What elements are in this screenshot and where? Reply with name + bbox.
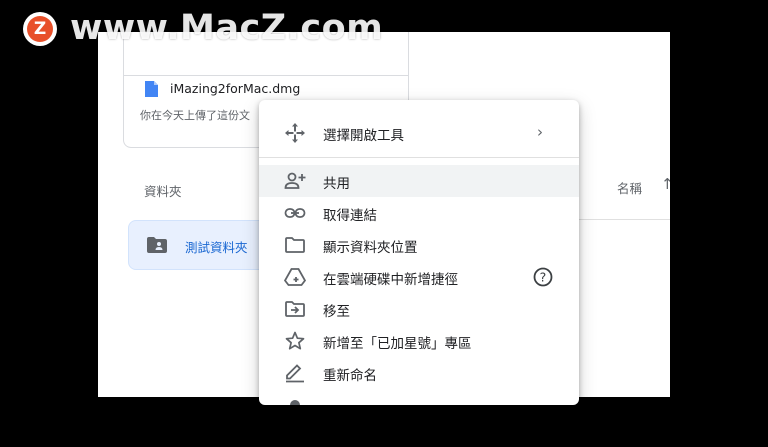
list-divider — [568, 219, 670, 220]
card-divider — [124, 75, 408, 76]
menu-item-label: 新增至「已加星號」專區 — [323, 336, 472, 352]
help-icon[interactable]: ? — [533, 267, 553, 287]
sort-arrow-icon[interactable]: ↑ — [661, 175, 670, 193]
watermark-text: www.MacZ.com — [70, 8, 384, 48]
menu-item-label: 選擇開啟工具 — [323, 128, 404, 144]
star-outline-icon — [285, 331, 305, 350]
file-name: iMazing2forMac.dmg — [170, 81, 301, 96]
menu-item-label: 重新命名 — [323, 368, 377, 384]
menu-item-label: 顯示資料夾位置 — [323, 240, 418, 256]
chevron-right-icon: › — [537, 123, 543, 141]
menu-item-show-folder-location[interactable]: 顯示資料夾位置 — [259, 229, 579, 261]
menu-divider — [259, 157, 579, 158]
menu-item-label: 移至 — [323, 304, 350, 320]
person-add-icon — [284, 172, 306, 189]
context-menu: 選擇開啟工具 › 共用 取得連結 顯示資料夾位置 在雲端硬碟中新增捷徑 ? 移至… — [259, 100, 579, 405]
menu-item-label: 在雲端硬碟中新增捷徑 — [323, 272, 458, 288]
menu-item-add-shortcut[interactable]: 在雲端硬碟中新增捷徑 ? — [259, 261, 579, 293]
menu-item-get-link[interactable]: 取得連結 — [259, 197, 579, 229]
pencil-icon — [286, 364, 304, 383]
move-arrows-icon — [285, 123, 305, 143]
watermark-logo-letter: Z — [27, 16, 53, 42]
help-glyph: ? — [540, 270, 547, 285]
folder-name: 測試資料夾 — [185, 240, 248, 255]
file-doc-icon — [145, 81, 158, 97]
menu-item-open-with[interactable]: 選擇開啟工具 › — [259, 117, 579, 149]
sort-by-name-button[interactable]: 名稱 — [617, 178, 642, 197]
watermark-logo: Z — [23, 12, 57, 46]
move-to-folder-icon — [285, 301, 305, 317]
shared-folder-icon — [147, 237, 167, 253]
menu-item-add-to-starred[interactable]: 新增至「已加星號」專區 — [259, 325, 579, 357]
folder-outline-icon — [285, 237, 305, 253]
folders-section-label: 資料夾 — [144, 184, 182, 199]
menu-item-share[interactable]: 共用 — [259, 165, 579, 197]
menu-item-move-to[interactable]: 移至 — [259, 293, 579, 325]
menu-item-rename[interactable]: 重新命名 — [259, 357, 579, 389]
file-upload-note: 你在今天上傳了這份文 — [140, 109, 250, 122]
menu-item-partial[interactable] — [259, 389, 579, 405]
menu-item-label: 共用 — [323, 176, 350, 192]
link-icon — [284, 208, 306, 218]
menu-item-label: 取得連結 — [323, 208, 377, 224]
drive-shortcut-icon — [284, 268, 306, 286]
partial-icon — [290, 400, 300, 405]
